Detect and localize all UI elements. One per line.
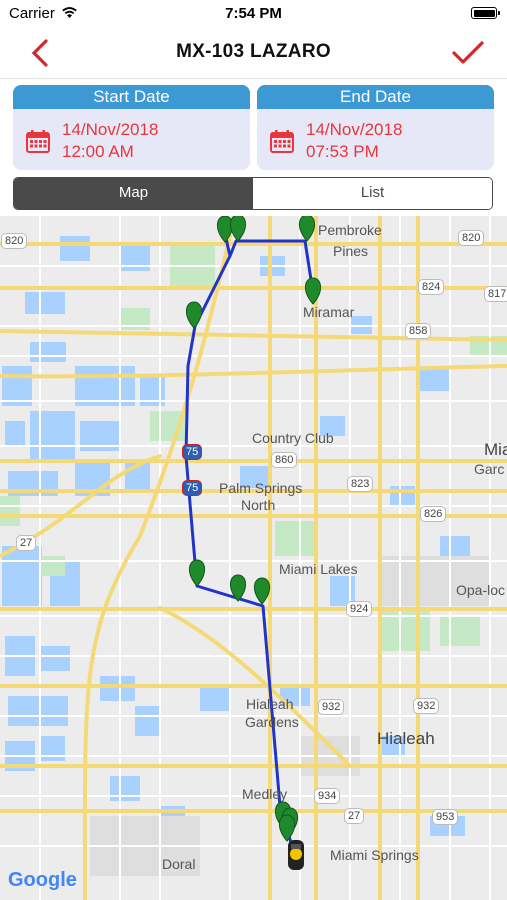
- road-shield: 817: [484, 286, 507, 302]
- road-shield: 932: [318, 699, 345, 715]
- road-shield: 824: [418, 279, 445, 295]
- road-shield: 823: [347, 476, 374, 492]
- end-date-card[interactable]: End Date 14/Nov/2018 07:53 PM: [257, 85, 494, 170]
- end-date-header: End Date: [257, 85, 494, 109]
- place-label: Country Club: [252, 430, 334, 446]
- road-shield: 27: [16, 535, 37, 551]
- interstate-shield: 75: [182, 480, 203, 496]
- end-time-value: 07:53 PM: [306, 142, 379, 161]
- google-logo: Google: [8, 869, 77, 891]
- place-label: Hialeah: [377, 729, 435, 748]
- place-label: Opa-loc: [456, 582, 506, 598]
- place-label: Hialeah: [246, 696, 294, 712]
- road-shield: 860: [271, 452, 298, 468]
- place-label: Medley: [242, 786, 288, 802]
- place-label: Gardens: [245, 714, 299, 730]
- view-segmented-control: Map List: [13, 177, 493, 210]
- end-date-value: 14/Nov/2018: [306, 120, 403, 139]
- road-shield: 820: [1, 233, 28, 249]
- confirm-button[interactable]: [451, 38, 485, 68]
- calendar-icon: [26, 129, 50, 153]
- place-label: Miami Lakes: [279, 561, 358, 577]
- tab-list[interactable]: List: [253, 178, 492, 209]
- status-bar: Carrier 7:54 PM: [0, 0, 507, 28]
- road-shield: 858: [405, 323, 432, 339]
- place-label: Doral: [162, 856, 196, 872]
- map-view[interactable]: Pembroke Pines Miramar Country Club Palm…: [0, 216, 507, 900]
- battery-icon: [471, 7, 500, 19]
- start-date-value: 14/Nov/2018: [62, 120, 159, 139]
- road-shield: 27: [344, 808, 365, 824]
- place-label: Garc: [474, 461, 505, 477]
- road-shield: 934: [314, 788, 341, 804]
- checkmark-icon: [452, 41, 484, 64]
- road-shield: 953: [432, 809, 459, 825]
- place-label: Palm Springs: [219, 480, 303, 496]
- road-shield: 820: [458, 230, 485, 246]
- place-label: Pines: [333, 243, 369, 259]
- start-date-header: Start Date: [13, 85, 250, 109]
- road-shield: 924: [346, 601, 373, 617]
- tab-map[interactable]: Map: [14, 178, 253, 209]
- road-shield: 932: [413, 698, 440, 714]
- place-label: Mia: [484, 440, 507, 459]
- vehicle-icon: [288, 840, 304, 870]
- calendar-icon: [270, 129, 294, 153]
- place-label: Pembroke: [318, 222, 382, 238]
- start-time-value: 12:00 AM: [62, 142, 134, 161]
- clock: 7:54 PM: [225, 5, 282, 22]
- road-shield: 826: [420, 506, 447, 522]
- page-title: MX-103 LAZARO: [176, 41, 331, 62]
- place-label: Miami Springs: [330, 847, 419, 863]
- navigation-bar: MX-103 LAZARO: [0, 28, 507, 79]
- start-date-card[interactable]: Start Date 14/Nov/2018 12:00 AM: [13, 85, 250, 170]
- interstate-shield: 75: [182, 444, 203, 460]
- place-label: North: [241, 497, 276, 513]
- place-label: Miramar: [303, 304, 355, 320]
